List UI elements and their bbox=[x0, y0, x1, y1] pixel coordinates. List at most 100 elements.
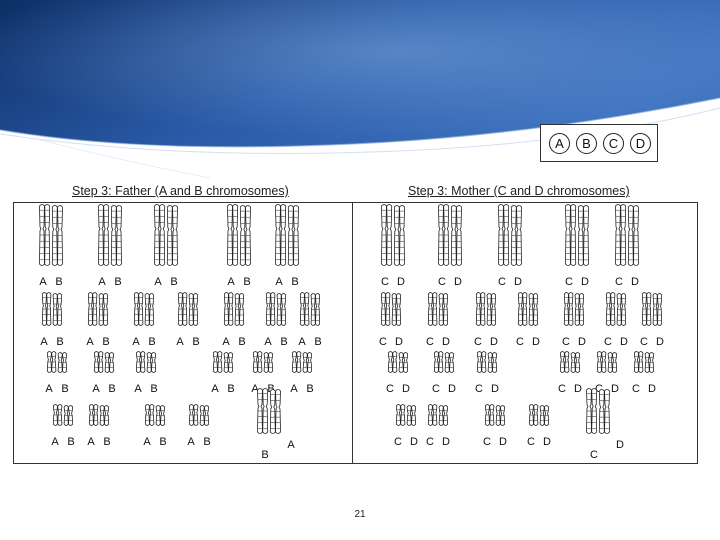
mother-allele-label: C bbox=[516, 336, 524, 348]
mother-allele-label: D bbox=[616, 439, 624, 451]
mother-chromosome-pair bbox=[517, 292, 539, 326]
mother-chromosome-pair bbox=[427, 404, 449, 426]
mother-allele-label: D bbox=[454, 276, 462, 288]
father-chromosome-pair bbox=[299, 292, 321, 326]
mother-allele-label: D bbox=[448, 383, 456, 395]
mother-chromosome-pair bbox=[484, 404, 506, 426]
mother-allele-label: C bbox=[432, 383, 440, 395]
mother-chromosome-pair bbox=[641, 292, 663, 326]
mother-allele-label: D bbox=[631, 276, 639, 288]
mother-allele-label: C bbox=[640, 336, 648, 348]
father-chromosome-pair bbox=[223, 292, 245, 326]
mother-chromosome-pair bbox=[387, 351, 409, 373]
mother-allele-label: C bbox=[379, 336, 387, 348]
father-chromosome-pair bbox=[212, 351, 234, 373]
mother-chromosome-pair bbox=[605, 292, 627, 326]
mother-allele-label: D bbox=[543, 436, 551, 448]
father-chromosome-pair bbox=[52, 404, 74, 426]
father-chromosome-pair bbox=[188, 404, 210, 426]
mother-allele-label: D bbox=[656, 336, 664, 348]
father-chromosome-pair bbox=[93, 351, 115, 373]
father-chromosome-pair bbox=[154, 204, 178, 266]
father-allele-label: A bbox=[222, 336, 230, 348]
mother-chromosome-pair bbox=[475, 292, 497, 326]
father-chromosome-pair bbox=[275, 204, 299, 266]
mother-allele-label: D bbox=[490, 336, 498, 348]
father-chromosome-pair bbox=[291, 351, 313, 373]
father-allele-label: A bbox=[134, 383, 142, 395]
father-allele-label: A bbox=[92, 383, 100, 395]
father-allele-label: A bbox=[227, 276, 235, 288]
father-allele-label: B bbox=[314, 336, 321, 348]
mother-allele-label: C bbox=[562, 336, 570, 348]
father-allele-label: B bbox=[103, 436, 110, 448]
mother-allele-label: D bbox=[620, 336, 628, 348]
father-allele-label: B bbox=[238, 336, 245, 348]
father-allele-label: B bbox=[227, 383, 234, 395]
mother-chromosome-pair bbox=[476, 351, 498, 373]
mother-allele-label: C bbox=[426, 436, 434, 448]
mother-chromosome-pair-large bbox=[586, 388, 610, 434]
mother-allele-label: C bbox=[386, 383, 394, 395]
father-allele-label: B bbox=[192, 336, 199, 348]
mother-allele-label: D bbox=[410, 436, 418, 448]
mother-allele-label: C bbox=[475, 383, 483, 395]
mother-allele-label: C bbox=[438, 276, 446, 288]
mother-chromosome-pair bbox=[528, 404, 550, 426]
father-allele-label: B bbox=[61, 383, 68, 395]
mother-allele-label: D bbox=[532, 336, 540, 348]
father-chromosome-pair bbox=[144, 404, 166, 426]
father-chromosome-pair bbox=[133, 292, 155, 326]
father-chromosome-pair bbox=[88, 404, 110, 426]
mother-allele-label: D bbox=[611, 383, 619, 395]
father-chromosome-pair bbox=[98, 204, 122, 266]
father-allele-label: B bbox=[148, 336, 155, 348]
mother-allele-label: C bbox=[615, 276, 623, 288]
mother-allele-label: D bbox=[499, 436, 507, 448]
father-allele-label: B bbox=[56, 336, 63, 348]
father-allele-label: B bbox=[243, 276, 250, 288]
father-allele-label: B bbox=[291, 276, 298, 288]
mother-allele-label: D bbox=[402, 383, 410, 395]
mother-chromosome-pair bbox=[615, 204, 639, 266]
father-chromosome-pair-large bbox=[257, 388, 281, 434]
mother-allele-label: D bbox=[442, 336, 450, 348]
father-chromosome-pair bbox=[227, 204, 251, 266]
father-chromosome-pair bbox=[39, 204, 63, 266]
mother-allele-label: C bbox=[381, 276, 389, 288]
mother-chromosome-pair bbox=[563, 292, 585, 326]
father-allele-label: A bbox=[154, 276, 162, 288]
mother-allele-label: C bbox=[426, 336, 434, 348]
father-allele-label: A bbox=[287, 439, 295, 451]
father-chromosome-pair bbox=[177, 292, 199, 326]
father-allele-label: A bbox=[132, 336, 140, 348]
mother-allele-label: D bbox=[395, 336, 403, 348]
mother-chromosome-pair bbox=[633, 351, 655, 373]
mother-chromosome-pair bbox=[559, 351, 581, 373]
mother-allele-label: D bbox=[578, 336, 586, 348]
mother-chromosome-pair bbox=[565, 204, 589, 266]
father-allele-label: A bbox=[176, 336, 184, 348]
mother-allele-label: C bbox=[632, 383, 640, 395]
mother-allele-label: D bbox=[574, 383, 582, 395]
father-allele-label: B bbox=[67, 436, 74, 448]
father-allele-label: A bbox=[98, 276, 106, 288]
mother-allele-label: C bbox=[590, 449, 598, 461]
mother-allele-label: C bbox=[558, 383, 566, 395]
mother-allele-label: C bbox=[498, 276, 506, 288]
father-allele-label: B bbox=[114, 276, 121, 288]
mother-allele-label: D bbox=[442, 436, 450, 448]
father-allele-label: A bbox=[51, 436, 59, 448]
father-allele-label: B bbox=[306, 383, 313, 395]
mother-allele-label: D bbox=[581, 276, 589, 288]
father-allele-label: A bbox=[39, 276, 47, 288]
mother-allele-label: D bbox=[397, 276, 405, 288]
father-allele-label: B bbox=[203, 436, 210, 448]
father-allele-label: A bbox=[86, 336, 94, 348]
mother-chromosome-pair bbox=[427, 292, 449, 326]
mother-allele-label: C bbox=[474, 336, 482, 348]
father-allele-label: B bbox=[159, 436, 166, 448]
father-allele-label: B bbox=[150, 383, 157, 395]
father-allele-label: B bbox=[108, 383, 115, 395]
father-allele-label: A bbox=[211, 383, 219, 395]
